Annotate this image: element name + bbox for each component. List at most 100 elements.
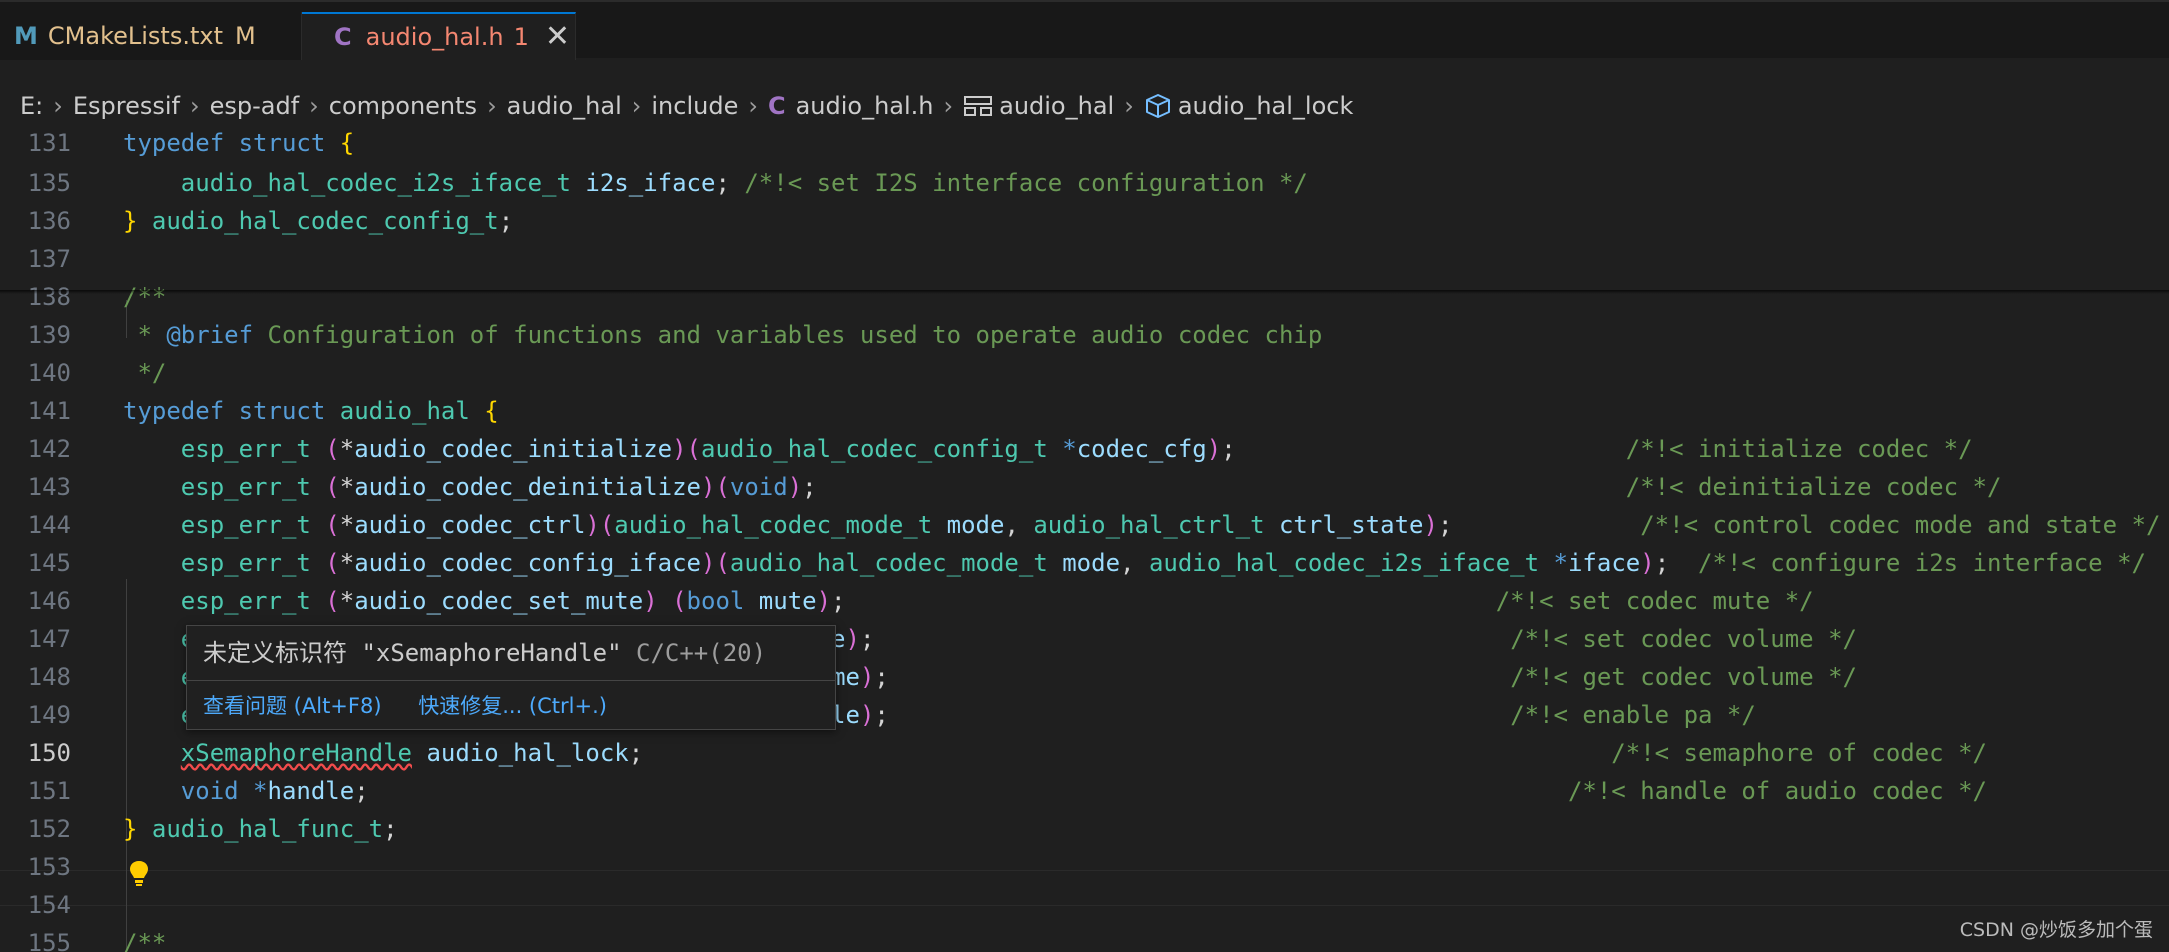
code-line[interactable]: 137	[0, 240, 2169, 278]
code-token: @brief	[166, 321, 254, 349]
code-line[interactable]: 139 * @brief Configuration of functions …	[0, 316, 2169, 354]
code-token: )	[700, 549, 716, 577]
code-token: bool	[686, 587, 745, 615]
breadcrumb-file[interactable]: audio_hal.h	[796, 92, 934, 120]
code-token: (	[325, 587, 340, 615]
code-line[interactable]: 144 esp_err_t (*audio_codec_ctrl)(audio_…	[0, 506, 2169, 544]
code-line[interactable]: 142 esp_err_t (*audio_codec_initialize)(…	[0, 430, 2169, 468]
code-token: audio_hal_codec_mode_t	[614, 511, 933, 539]
code-line[interactable]: 136 } audio_hal_codec_config_t;	[0, 202, 2169, 240]
code-token: audio_hal_func_t	[151, 815, 384, 843]
lightbulb-icon[interactable]	[128, 859, 150, 893]
code-line[interactable]: 154	[0, 886, 2169, 924]
breadcrumb-item[interactable]: components	[329, 92, 477, 120]
tab-audio-hal-h[interactable]: C audio_hal.h 1 ✕	[302, 12, 576, 60]
code-token: audio_hal_codec_i2s_iface_t	[1148, 549, 1540, 577]
code-line[interactable]: 143 esp_err_t (*audio_codec_deinitialize…	[0, 468, 2169, 506]
close-icon[interactable]: ✕	[545, 22, 570, 52]
code-line[interactable]: 152} audio_hal_func_t;	[0, 810, 2169, 848]
code-token: void	[729, 473, 788, 501]
line-code: /**	[123, 278, 166, 316]
tab-cmakelists[interactable]: M CMakeLists.txt M	[0, 12, 302, 60]
code-token: {	[484, 397, 499, 425]
code-token: )	[859, 701, 875, 729]
tab-label: audio_hal.h	[365, 23, 504, 51]
code-token: audio_codec_deinitialize	[354, 473, 701, 501]
breadcrumb-struct[interactable]: audio_hal	[999, 92, 1114, 120]
quick-fix-link[interactable]: 快速修复... (Ctrl+.)	[418, 694, 607, 718]
line-code: void *handle; /*!< handle of audio codec…	[123, 772, 1987, 810]
code-token: */	[123, 359, 167, 387]
code-editor[interactable]: 131 typedef struct {135 audio_hal_codec_i…	[0, 126, 2169, 952]
code-token: struct	[238, 129, 326, 157]
code-token: ;	[874, 701, 889, 729]
code-token: ctrl_state	[1278, 511, 1424, 539]
tab-bar: M CMakeLists.txt M C audio_hal.h 1 ✕	[0, 0, 2169, 60]
line-code: typedef struct audio_hal {	[123, 392, 499, 430]
code-line[interactable]: 146 esp_err_t (*audio_codec_set_mute) (b…	[0, 582, 2169, 620]
code-token: ;	[1654, 549, 1670, 577]
code-token: /*!< enable pa */	[1510, 701, 1756, 729]
code-token: mute	[758, 587, 817, 615]
code-line[interactable]: 135 audio_hal_codec_i2s_iface_t i2s_ifac…	[0, 164, 2169, 202]
field-cube-icon	[1144, 93, 1172, 119]
code-line[interactable]: 153	[0, 848, 2169, 886]
view-problem-link[interactable]: 查看问题 (Alt+F8)	[203, 694, 382, 718]
line-number: 139	[27, 321, 71, 349]
line-code: typedef struct {	[123, 126, 354, 162]
line-number: 153	[27, 853, 71, 881]
error-text: 未定义标识符 "xSemaphoreHandle"	[203, 639, 622, 667]
code-token: esp_err_t	[180, 549, 311, 577]
code-token: )	[1423, 511, 1438, 539]
line-code: } audio_hal_codec_config_t;	[123, 202, 513, 240]
code-line[interactable]: 140 */	[0, 354, 2169, 392]
chevron-right-icon: ›	[190, 92, 200, 120]
code-line[interactable]: 141 typedef struct audio_hal {	[0, 392, 2169, 430]
breadcrumb-item[interactable]: esp-adf	[210, 92, 300, 120]
breadcrumb-member[interactable]: audio_hal_lock	[1178, 92, 1354, 120]
code-token: (	[672, 587, 687, 615]
code-line[interactable]: 155 /**	[0, 924, 2169, 952]
code-token: )	[816, 587, 832, 615]
code-token: *	[339, 549, 355, 577]
line-number: 136	[27, 207, 71, 235]
code-line[interactable]: 138 /**	[0, 278, 2169, 316]
code-line[interactable]: 150 xSemaphoreHandle audio_hal_lock; /*!…	[0, 734, 2169, 772]
code-token: audio_hal_codec_config_t	[151, 207, 499, 235]
code-line[interactable]: 145 esp_err_t (*audio_codec_config_iface…	[0, 544, 2169, 582]
code-token: audio_codec_set_mute	[354, 587, 644, 615]
c-file-icon: C	[334, 23, 352, 51]
code-token: ;	[498, 207, 514, 235]
breadcrumb-item[interactable]: Espressif	[73, 92, 180, 120]
code-token: xSemaphoreHandle	[180, 739, 412, 767]
code-token: )	[672, 435, 687, 463]
code-token: esp_err_t	[180, 511, 311, 539]
breadcrumb-item[interactable]: E:	[20, 92, 43, 120]
code-token: audio_hal_ctrl_t	[1033, 511, 1265, 539]
code-line[interactable]: 151 void *handle; /*!< handle of audio c…	[0, 772, 2169, 810]
code-token: mode	[946, 511, 1005, 539]
code-token: )	[585, 511, 600, 539]
code-token: /*!< control codec mode and state */	[1640, 511, 2161, 539]
code-token: iface	[1567, 549, 1641, 577]
breadcrumb-item[interactable]: audio_hal	[507, 92, 622, 120]
breadcrumb-item[interactable]: include	[651, 92, 738, 120]
code-line[interactable]: 131 typedef struct {	[0, 126, 2169, 162]
